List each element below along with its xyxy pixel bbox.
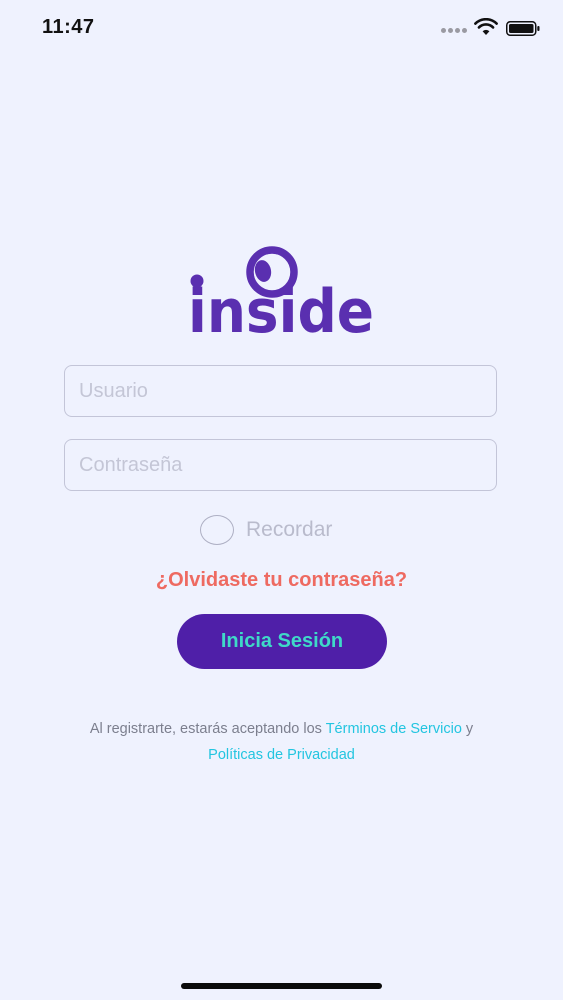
inside-logo: inside xyxy=(188,246,374,338)
cellular-signal-icon xyxy=(441,28,469,34)
remember-me-label: Recordar xyxy=(246,518,333,541)
battery-icon xyxy=(506,21,540,36)
terms-of-service-link[interactable]: Términos de Servicio xyxy=(326,721,462,737)
status-time: 11:47 xyxy=(42,16,95,38)
legal-prefix-text: Al registrarte, estarás aceptando los xyxy=(89,721,326,737)
status-bar: 11:47 xyxy=(0,0,563,56)
login-button[interactable]: Inicia Sesión xyxy=(177,614,387,669)
username-input[interactable] xyxy=(64,365,497,417)
legal-joiner-text: y xyxy=(461,721,474,737)
remember-me-toggle[interactable]: Recordar xyxy=(200,514,332,546)
logo-text: inside xyxy=(188,277,374,338)
forgot-password-link[interactable]: ¿Olvidaste tu contraseña? xyxy=(0,569,563,592)
remember-me-checkbox[interactable] xyxy=(200,515,234,545)
wifi-icon xyxy=(474,18,498,35)
home-indicator[interactable] xyxy=(181,983,382,989)
password-input[interactable] xyxy=(64,439,497,491)
legal-notice: Al registrarte, estarás aceptando los Té… xyxy=(0,716,563,768)
privacy-policy-link[interactable]: Políticas de Privacidad xyxy=(208,747,355,763)
